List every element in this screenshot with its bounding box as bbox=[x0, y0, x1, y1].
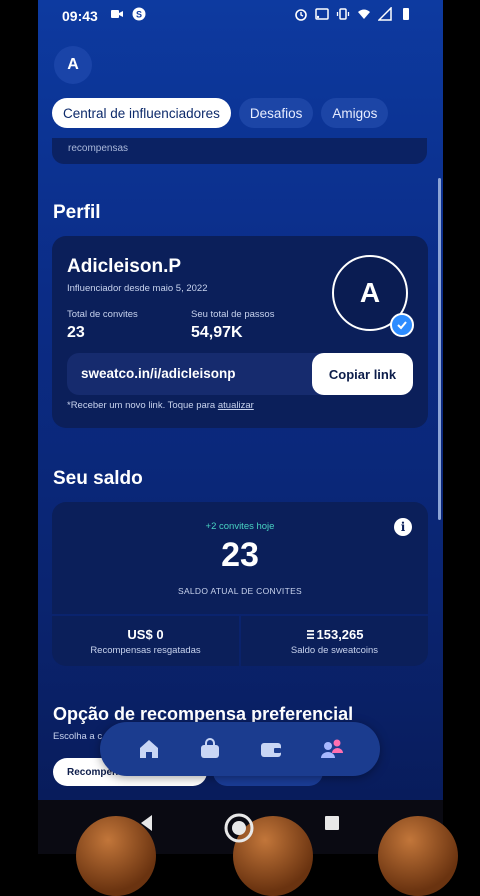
invite-balance-label: SALDO ATUAL DE CONVITES bbox=[177, 586, 303, 596]
copy-link-button[interactable]: Copiar link bbox=[312, 353, 413, 395]
refresh-link-note-text: *Receber um novo link. Toque para bbox=[67, 400, 218, 411]
invites-today: +2 convites hoje bbox=[205, 521, 275, 532]
invite-link-text: sweatco.in/i/adicleisonp bbox=[81, 366, 236, 381]
recents-icon[interactable] bbox=[321, 812, 343, 834]
stat-steps-label: Seu total de passos bbox=[191, 309, 275, 320]
rewards-redeemed-cell: US$ 0 Recompensas resgatadas bbox=[52, 616, 239, 666]
tab-influencer-hub[interactable]: Central de influenciadores bbox=[52, 98, 231, 128]
tab-friends[interactable]: Amigos bbox=[321, 98, 389, 128]
video-icon bbox=[111, 10, 123, 18]
refresh-link[interactable]: atualizar bbox=[218, 400, 254, 411]
scrollbar[interactable] bbox=[438, 178, 441, 520]
refresh-link-note: *Receber um novo link. Toque para atuali… bbox=[67, 400, 254, 411]
signal-icon bbox=[378, 7, 392, 21]
tab-challenges[interactable]: Desafios bbox=[238, 98, 314, 128]
battery-icon bbox=[403, 8, 409, 20]
system-nav-bar bbox=[38, 800, 458, 896]
profile-avatar-button[interactable]: A bbox=[54, 46, 92, 84]
sweatcoin-balance-number: 153,265 bbox=[316, 627, 364, 642]
balance-breakdown: US$ 0 Recompensas resgatadas 153,265 Sal… bbox=[52, 616, 428, 666]
vibrate-icon bbox=[336, 8, 350, 20]
info-icon[interactable]: i bbox=[394, 518, 412, 536]
profile-card: Adicleison.P Influenciador desde maio 5,… bbox=[52, 236, 428, 428]
rewards-redeemed-label: Recompensas resgatadas bbox=[90, 645, 201, 656]
status-time: 09:43 bbox=[62, 8, 98, 24]
balance-card: +2 convites hoje 23 SALDO ATUAL DE CONVI… bbox=[52, 502, 428, 614]
bottom-nav bbox=[100, 722, 380, 776]
wallpaper-decoration bbox=[378, 816, 458, 896]
svg-text:S: S bbox=[136, 10, 142, 20]
cast-icon bbox=[315, 8, 329, 20]
stat-invites-value: 23 bbox=[67, 324, 85, 341]
profile-name: Adicleison.P bbox=[67, 256, 182, 277]
home-button-icon[interactable] bbox=[223, 812, 255, 844]
verified-check-icon bbox=[390, 313, 414, 337]
back-icon[interactable] bbox=[136, 812, 158, 834]
wallet-icon[interactable] bbox=[256, 734, 286, 764]
sweatcoin-icon bbox=[306, 630, 314, 639]
reward-option-subtitle: Escolha a c bbox=[53, 731, 103, 742]
influencer-since: Influenciador desde maio 5, 2022 bbox=[67, 283, 208, 294]
sweatcoin-notification-icon: S bbox=[132, 7, 146, 21]
tab-bar: Central de influenciadores Desafios Amig… bbox=[52, 98, 389, 128]
friends-icon[interactable] bbox=[317, 734, 347, 764]
profile-section-title: Perfil bbox=[53, 202, 101, 223]
sweatcoin-balance-label: Saldo de sweatcoins bbox=[290, 645, 379, 656]
sweatcoin-balance-cell: 153,265 Saldo de sweatcoins bbox=[241, 616, 428, 666]
home-icon[interactable] bbox=[134, 734, 164, 764]
previous-card-bottom: recompensas bbox=[52, 138, 427, 164]
balance-section-title: Seu saldo bbox=[53, 468, 143, 489]
previous-card-text: recompensas bbox=[68, 143, 129, 154]
status-bar: 09:43 S bbox=[38, 0, 443, 32]
shop-bag-icon[interactable] bbox=[195, 734, 225, 764]
invite-balance-value: 23 bbox=[221, 536, 259, 574]
invite-link-row: sweatco.in/i/adicleisonp Copiar link bbox=[67, 353, 413, 395]
rewards-redeemed-value: US$ 0 bbox=[127, 627, 164, 642]
app-screen: 09:43 S A Central de influenciadores Des… bbox=[38, 0, 443, 854]
sweatcoin-balance-value: 153,265 bbox=[241, 627, 428, 642]
stat-steps-value: 54,97K bbox=[191, 324, 243, 341]
stat-invites-label: Total de convites bbox=[67, 309, 138, 320]
alarm-icon bbox=[295, 9, 307, 21]
wifi-icon bbox=[358, 9, 370, 19]
